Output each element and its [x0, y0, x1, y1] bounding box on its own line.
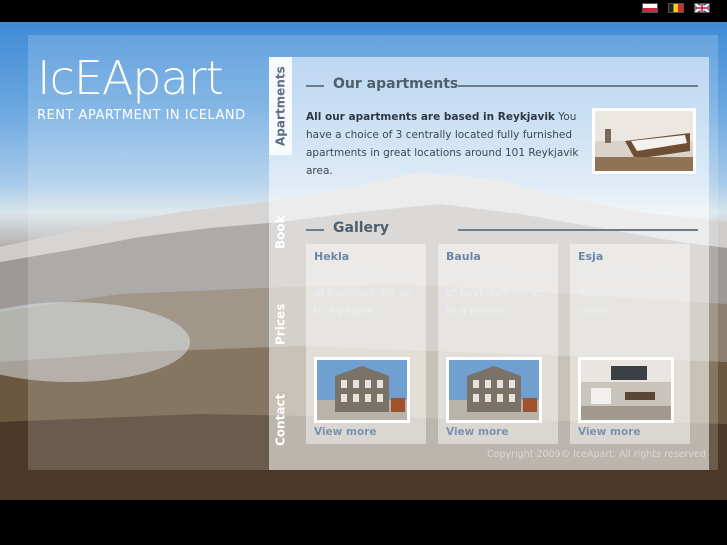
card-description: Large flat in central Reykjavik with sea…: [578, 269, 681, 317]
apartments-heading: Our apartments: [333, 76, 459, 92]
card-title[interactable]: Esja: [578, 250, 603, 263]
gallery-heading: Gallery: [333, 220, 390, 236]
card-title[interactable]: Baula: [446, 250, 481, 263]
view-more-link[interactable]: View more: [314, 426, 376, 438]
belgian-flag-icon[interactable]: [668, 3, 684, 13]
view-more-link[interactable]: View more: [446, 426, 508, 438]
polish-flag-icon[interactable]: [642, 3, 658, 13]
uk-flag-icon[interactable]: [694, 3, 710, 13]
heading-rule-left: [306, 85, 324, 87]
gallery-rule-left: [306, 229, 324, 231]
view-more-link[interactable]: View more: [578, 426, 640, 438]
gallery-card-esja: Esja Large flat in central Reykjavik wit…: [570, 244, 690, 444]
gallery-card-hekla: Hekla Luxury flat in heart of Reykjavik …: [306, 244, 426, 444]
copyright-text: Copyright 2009© IceApart. All rights res…: [487, 449, 706, 460]
heading-rule-right: [458, 85, 698, 87]
tab-prices[interactable]: Prices: [269, 282, 292, 367]
hekla-building-photo[interactable]: [314, 357, 410, 423]
apartments-intro: All our apartments are based in Reykjavi…: [306, 108, 581, 180]
tab-book[interactable]: Book: [269, 192, 292, 272]
site-tagline: RENT APARTMENT IN ICELAND: [37, 108, 246, 123]
intro-highlight: All our apartments are based in Reykjavi…: [306, 111, 555, 123]
tab-contact[interactable]: Contact: [269, 377, 292, 462]
card-title[interactable]: Hekla: [314, 250, 349, 263]
apartment-bedroom-photo[interactable]: [592, 108, 696, 174]
tab-apartments[interactable]: Apartments: [269, 57, 292, 155]
baula-building-photo[interactable]: [446, 357, 542, 423]
language-switcher: [637, 0, 727, 22]
site-logo[interactable]: IcEApart: [37, 55, 224, 101]
gallery-rule-right: [458, 229, 698, 231]
esja-interior-photo[interactable]: [578, 357, 674, 423]
gallery-card-baula: Baula Luxury flat in heart of Reykjavik …: [438, 244, 558, 444]
card-description: Luxury flat in heart of Reykjavik for up…: [446, 269, 547, 317]
card-description: Luxury flat in heart of Reykjavik for up…: [314, 269, 415, 317]
vertical-nav: Apartments Book Prices Contact: [269, 57, 292, 470]
